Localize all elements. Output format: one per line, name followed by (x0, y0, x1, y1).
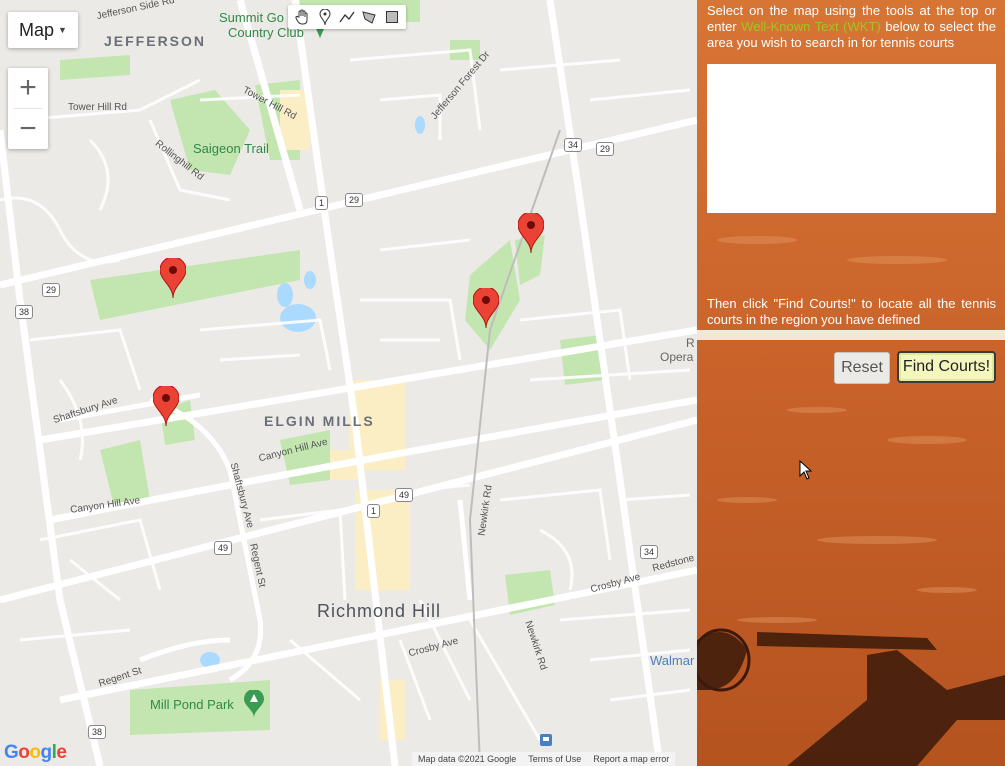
tennis-court-pin-3[interactable] (518, 213, 544, 253)
zoom-in-button[interactable]: + (8, 68, 48, 108)
then-click-text: Then click "Find Courts!" to locate all … (707, 296, 996, 327)
route-shield: 34 (564, 138, 583, 152)
wkt-input[interactable] (707, 64, 996, 213)
map-base-layer (0, 0, 697, 766)
label-jefferson: JEFFERSON (104, 33, 207, 49)
hand-icon[interactable] (292, 7, 312, 27)
label-walmart: Walmar (650, 653, 695, 668)
route-shield: 1 (367, 504, 381, 518)
zoom-control: + − (8, 68, 48, 149)
report-map-error-link[interactable]: Report a map error (593, 754, 669, 764)
google-logo: Google (4, 742, 67, 763)
reset-button[interactable]: Reset (834, 352, 890, 384)
park-place-icon (244, 690, 264, 718)
label-saigeon-trail: Saigeon Trail (193, 141, 269, 156)
mouse-cursor-icon (799, 460, 813, 480)
search-panel: Select on the map using the tools at the… (697, 0, 1005, 766)
map-data-text: Map data ©2021 Google (418, 754, 517, 764)
route-shield: 38 (15, 305, 34, 319)
label-elgin-mills: ELGIN MILLS (264, 413, 375, 429)
transit-icon (540, 734, 552, 746)
label-mill-pond-park: Mill Pond Park (150, 697, 234, 712)
map-type-label: Map (19, 19, 55, 40)
route-shield: 29 (596, 142, 615, 156)
rectangle-icon[interactable] (382, 7, 402, 27)
terms-of-use-link[interactable]: Terms of Use (528, 754, 581, 764)
wkt-link[interactable]: Well-Known Text (WKT) (741, 19, 880, 34)
label-summit-golf: Summit Go (219, 10, 285, 25)
route-shield: 49 (214, 541, 233, 555)
map-attribution: Map data ©2021 Google Terms of Use Repor… (412, 752, 676, 766)
polygon-icon[interactable] (359, 7, 379, 27)
route-shield: 49 (395, 488, 414, 502)
marker-icon[interactable] (315, 7, 335, 27)
label-richmond-hill: Richmond Hill (317, 601, 442, 621)
route-shield: 1 (315, 196, 329, 210)
tennis-court-pin-1[interactable] (160, 258, 186, 298)
zoom-out-button[interactable]: − (8, 109, 48, 149)
drawing-toolbar (288, 5, 406, 29)
route-shield: 38 (88, 725, 107, 739)
tennis-court-pin-4[interactable] (473, 288, 499, 328)
chevron-down-icon: ▼ (58, 25, 67, 35)
polyline-icon[interactable] (337, 7, 357, 27)
map-canvas[interactable]: JEFFERSON ELGIN MILLS Richmond Hill Saig… (0, 0, 697, 766)
label-r-partial: R (686, 336, 695, 350)
instructions-text: Select on the map using the tools at the… (707, 3, 996, 51)
route-shield: 29 (345, 193, 364, 207)
find-courts-button[interactable]: Find Courts! (897, 351, 996, 383)
route-shield: 29 (42, 283, 61, 297)
route-shield: 34 (640, 545, 659, 559)
tennis-court-pin-2[interactable] (153, 386, 179, 426)
map-type-dropdown[interactable]: Map ▼ (8, 12, 78, 48)
label-opera: Opera (660, 350, 694, 364)
label-tower-hill-rd-1: Tower Hill Rd (68, 102, 127, 113)
